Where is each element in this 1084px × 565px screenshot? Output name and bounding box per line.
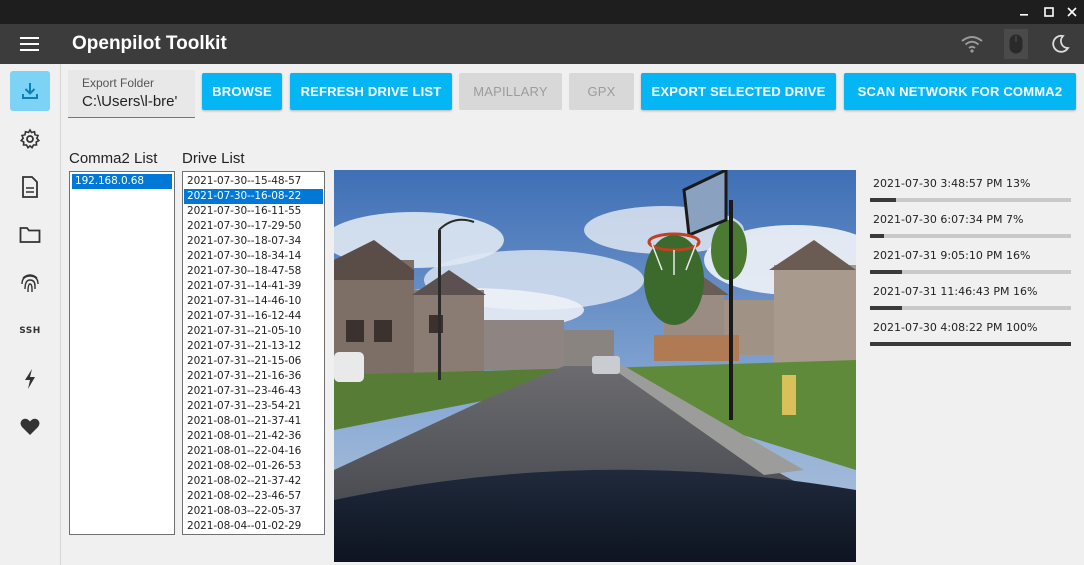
export-folder-input[interactable]: C:\Users\l-bre' [82, 93, 195, 110]
export-progress-label: 2021-07-31 9:05:10 PM 16% [873, 249, 1031, 262]
export-folder-label: Export Folder [82, 76, 155, 90]
moon-icon[interactable] [1048, 32, 1072, 56]
gpx-button[interactable]: GPX [569, 73, 634, 110]
drive-list-item[interactable]: 2021-08-01--21-37-41 [184, 414, 323, 429]
export-progress-fill [870, 306, 903, 310]
drive-list-item[interactable]: 2021-07-30--18-34-14 [184, 249, 323, 264]
mapillary-button[interactable]: MAPILLARY [459, 73, 562, 110]
sidebar-item-settings[interactable] [10, 119, 50, 159]
export-progress-item: 2021-07-31 11:46:43 PM 16% [870, 284, 1071, 310]
export-progress-label: 2021-07-30 3:48:57 PM 13% [873, 177, 1031, 190]
drive-list-item[interactable]: 2021-07-31--14-41-39 [184, 279, 323, 294]
export-progress-label: 2021-07-30 4:08:22 PM 100% [873, 321, 1038, 334]
drive-list-item[interactable]: 2021-07-31--21-05-10 [184, 324, 323, 339]
drive-list-item[interactable]: 2021-07-30--16-11-55 [184, 204, 323, 219]
export-progress-fill [870, 342, 1071, 346]
export-progress-fill [870, 234, 885, 238]
minimize-button[interactable] [1012, 0, 1036, 24]
export-progress-item: 2021-07-30 4:08:22 PM 100% [870, 320, 1071, 346]
drive-list-item[interactable]: 2021-07-31--21-15-06 [184, 354, 323, 369]
drive-list-item[interactable]: 2021-08-02--21-37-42 [184, 474, 323, 489]
app-title: Openpilot Toolkit [72, 33, 227, 54]
export-folder-field[interactable]: Export Folder C:\Users\l-bre' [68, 70, 195, 118]
drive-list-item[interactable]: 2021-07-31--23-54-21 [184, 399, 323, 414]
export-progress-item: 2021-07-30 3:48:57 PM 13% [870, 176, 1071, 202]
ssh-icon: SSH [19, 326, 41, 336]
sidebar-item-download[interactable] [10, 71, 50, 111]
mouse-icon[interactable] [1004, 29, 1028, 59]
minimize-icon [1020, 14, 1028, 16]
app-bar: Openpilot Toolkit [0, 24, 1084, 64]
drive-list-item[interactable]: 2021-08-02--23-46-57 [184, 489, 323, 504]
gear-icon [19, 128, 41, 149]
close-button[interactable] [1060, 0, 1084, 24]
export-progress-bar [870, 270, 1071, 274]
comma2-list-label: Comma2 List [69, 150, 158, 167]
sidebar: SSH [0, 64, 61, 565]
drive-list-item[interactable]: 2021-08-01--22-04-16 [184, 444, 323, 459]
menu-button[interactable] [20, 37, 39, 51]
wifi-icon[interactable] [960, 32, 984, 56]
comma2-list[interactable]: 192.168.0.68 [69, 171, 175, 535]
export-progress-fill [870, 198, 897, 202]
drive-list-item[interactable]: 2021-07-30--17-29-50 [184, 219, 323, 234]
sidebar-item-flash[interactable] [10, 359, 50, 399]
browse-button[interactable]: BROWSE [202, 73, 282, 110]
export-progress-bar [870, 342, 1071, 346]
heart-icon [20, 418, 40, 435]
list-item[interactable]: 192.168.0.68 [72, 174, 172, 189]
drive-list-item[interactable]: 2021-07-30--15-48-57 [184, 174, 323, 189]
download-icon [22, 83, 38, 99]
sidebar-item-ssh[interactable]: SSH [10, 311, 50, 351]
export-progress-label: 2021-07-31 11:46:43 PM 16% [873, 285, 1038, 298]
drive-preview-image [334, 170, 856, 562]
lightning-icon [25, 369, 35, 389]
window-titlebar [0, 0, 1084, 24]
drive-list[interactable]: 2021-07-30--15-48-57 2021-07-30--16-08-22… [182, 171, 325, 535]
export-progress-bar [870, 306, 1071, 310]
sidebar-item-donate[interactable] [10, 407, 50, 447]
drive-list-label: Drive List [182, 150, 245, 167]
sidebar-item-fingerprint[interactable] [10, 263, 50, 303]
drive-list-item[interactable]: 2021-08-01--21-42-36 [184, 429, 323, 444]
drive-list-item[interactable]: 2021-07-31--21-16-36 [184, 369, 323, 384]
fingerprint-icon [21, 274, 39, 293]
sidebar-item-document[interactable] [10, 167, 50, 207]
folder-icon [19, 227, 41, 243]
drive-list-item[interactable]: 2021-08-04--01-02-29 [184, 519, 323, 534]
export-selected-drive-button[interactable]: EXPORT SELECTED DRIVE [641, 73, 836, 110]
drive-list-item[interactable]: 2021-07-31--23-46-43 [184, 384, 323, 399]
export-progress-item: 2021-07-30 6:07:34 PM 7% [870, 212, 1071, 238]
scan-network-button[interactable]: SCAN NETWORK FOR COMMA2 [844, 73, 1076, 110]
sidebar-item-folder[interactable] [10, 215, 50, 255]
drive-list-item[interactable]: 2021-07-30--18-07-34 [184, 234, 323, 249]
export-progress-fill [870, 270, 903, 274]
refresh-drive-list-button[interactable]: REFRESH DRIVE LIST [290, 73, 452, 110]
document-icon [22, 176, 38, 198]
drive-list-item[interactable]: 2021-08-03--22-05-37 [184, 504, 323, 519]
maximize-button[interactable] [1037, 0, 1061, 24]
maximize-icon [1044, 7, 1054, 17]
drive-list-item[interactable]: 2021-07-31--16-12-44 [184, 309, 323, 324]
export-progress-bar [870, 198, 1071, 202]
export-progress-bar [870, 234, 1071, 238]
drive-list-item[interactable]: 2021-07-31--21-13-12 [184, 339, 323, 354]
drive-list-item[interactable]: 2021-07-30--16-08-22 [184, 189, 323, 204]
export-progress-label: 2021-07-30 6:07:34 PM 7% [873, 213, 1024, 226]
export-progress-item: 2021-07-31 9:05:10 PM 16% [870, 248, 1071, 274]
drive-list-item[interactable]: 2021-08-02--01-26-53 [184, 459, 323, 474]
drive-list-item[interactable]: 2021-07-30--18-47-58 [184, 264, 323, 279]
drive-list-item[interactable]: 2021-07-31--14-46-10 [184, 294, 323, 309]
close-icon [1067, 7, 1077, 17]
